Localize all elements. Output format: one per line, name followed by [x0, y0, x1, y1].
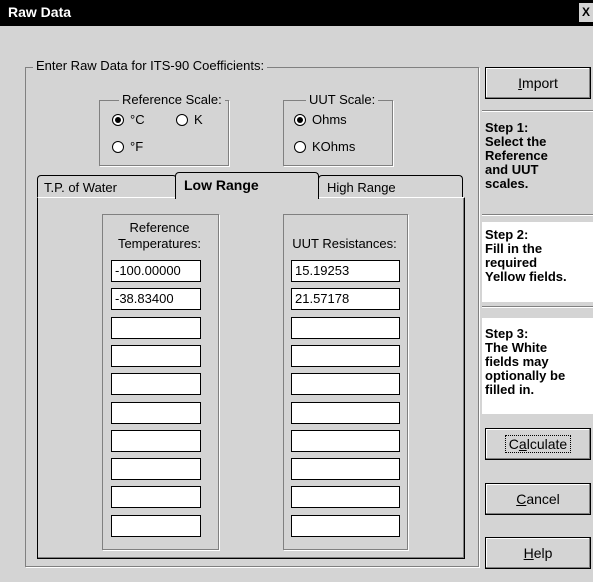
reference-temperature-field[interactable]: [111, 458, 201, 480]
help-button[interactable]: Help: [485, 537, 591, 569]
uut-resistance-field[interactable]: [291, 373, 400, 395]
step2-text: Step 2: Fill in the required Yellow fields.: [485, 227, 567, 284]
reference-temperature-field[interactable]: -100.00000: [111, 260, 201, 282]
radio-kelvin-label: K: [194, 112, 203, 127]
uut-resistance-field[interactable]: [291, 402, 400, 424]
raw-data-dialog: Raw Data X Enter Raw Data for ITS-90 Coe…: [0, 0, 593, 582]
title-bar: Raw Data X: [0, 0, 593, 26]
uut-scale-label: UUT Scale:: [306, 92, 379, 107]
uut-scale-box: [283, 100, 393, 166]
right-separator: [482, 306, 593, 308]
right-separator: [482, 214, 593, 216]
cancel-button[interactable]: Cancel: [485, 483, 591, 515]
close-icon[interactable]: X: [579, 3, 593, 22]
reference-temperature-field[interactable]: [111, 345, 201, 367]
tab-tp-of-water[interactable]: T.P. of Water: [37, 175, 177, 199]
reference-temperature-field[interactable]: -38.83400: [111, 288, 201, 310]
radio-fahrenheit-indicator[interactable]: [112, 140, 124, 153]
radio-kelvin[interactable]: K: [176, 112, 203, 127]
ref-header-line1: Reference: [129, 220, 190, 235]
radio-fahrenheit[interactable]: °F: [112, 139, 143, 154]
reference-temperatures-header: Reference Temperatures:: [102, 220, 217, 252]
uut-resistances-header: UUT Resistances:: [292, 236, 397, 251]
radio-celsius-label: °C: [130, 112, 145, 127]
uut-resistance-field[interactable]: [291, 430, 400, 452]
radio-kohms-label: KOhms: [312, 139, 356, 154]
import-button[interactable]: Import: [485, 67, 591, 99]
uut-resistance-field[interactable]: [291, 515, 400, 537]
radio-kohms[interactable]: KOhms: [294, 139, 355, 154]
tab-low-range[interactable]: Low Range: [175, 172, 319, 199]
radio-fahrenheit-label: °F: [130, 139, 144, 154]
radio-celsius-indicator[interactable]: [112, 113, 124, 126]
uut-resistance-field[interactable]: 15.19253: [291, 260, 400, 282]
uut-resistance-field[interactable]: [291, 458, 400, 480]
reference-scale-label: Reference Scale:: [119, 92, 225, 107]
step1-text: Step 1: Select the Reference and UUT scales.: [485, 120, 548, 191]
uut-resistance-field[interactable]: 21.57178: [291, 288, 400, 310]
groupbox-legend: Enter Raw Data for ITS-90 Coefficients:: [33, 58, 268, 73]
uut-resistance-field[interactable]: [291, 486, 400, 508]
right-separator: [482, 110, 593, 112]
radio-ohms-indicator[interactable]: [294, 113, 306, 126]
calculate-button[interactable]: Calculate: [485, 428, 591, 460]
radio-celsius[interactable]: °C: [112, 112, 145, 127]
reference-temperature-field[interactable]: [111, 402, 201, 424]
reference-temperature-field[interactable]: [111, 430, 201, 452]
reference-temperature-field[interactable]: [111, 373, 201, 395]
radio-ohms-label: Ohms: [312, 112, 347, 127]
radio-kelvin-indicator[interactable]: [176, 113, 188, 126]
window-title: Raw Data: [8, 4, 72, 20]
step3-text: Step 3: The White fields may optionally be f…: [485, 326, 566, 397]
reference-temperature-field[interactable]: [111, 486, 201, 508]
reference-temperature-field[interactable]: [111, 317, 201, 339]
uut-resistance-field[interactable]: [291, 345, 400, 367]
radio-ohms[interactable]: Ohms: [294, 112, 347, 127]
tab-high-range[interactable]: High Range: [318, 175, 463, 199]
uut-resistance-field[interactable]: [291, 317, 400, 339]
reference-temperature-field[interactable]: [111, 515, 201, 537]
radio-kohms-indicator[interactable]: [294, 140, 306, 153]
ref-header-line2: Temperatures:: [117, 236, 202, 251]
reference-scale-box: [99, 100, 229, 166]
